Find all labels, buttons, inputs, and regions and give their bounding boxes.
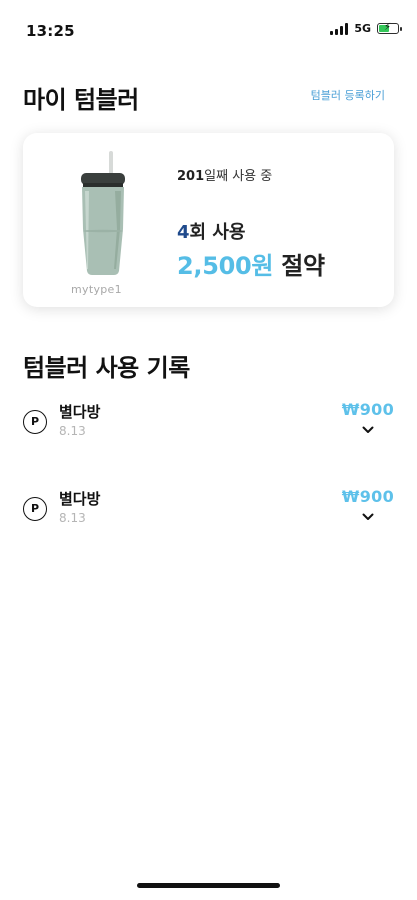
status-bar: 13:25 5G ⚡ xyxy=(0,0,417,60)
saving-suffix: 절약 xyxy=(273,252,325,280)
history-title: 텀블러 사용 기록 xyxy=(23,354,190,382)
screen: 13:25 5G ⚡ 마이 텀블러 텀블러 등록하기 mytype1 201일째… xyxy=(0,0,417,900)
payment-icon: P xyxy=(23,497,47,521)
history-row[interactable]: P 별다방 8.13 ₩900 xyxy=(23,485,394,545)
chevron-down-icon[interactable] xyxy=(362,426,374,434)
status-time: 13:25 xyxy=(26,22,75,40)
usage-suffix: 회 사용 xyxy=(189,222,246,243)
saving-amount: 2,500원 xyxy=(177,252,274,280)
usage-count-line: 4회 사용 xyxy=(177,218,245,244)
history-price: ₩900 xyxy=(341,400,394,419)
tumbler-icon xyxy=(81,151,125,275)
chevron-down-icon[interactable] xyxy=(362,513,374,521)
home-indicator[interactable] xyxy=(137,883,280,888)
days-suffix: 일째 사용 중 xyxy=(204,169,273,184)
history-place: 별다방 xyxy=(59,403,101,421)
tumbler-name: mytype1 xyxy=(71,283,122,296)
page-title: 마이 텀블러 xyxy=(23,86,139,114)
signal-icon xyxy=(330,22,349,35)
battery-icon: ⚡ xyxy=(377,22,402,34)
register-tumbler-link[interactable]: 텀블러 등록하기 xyxy=(311,87,385,103)
tumbler-card[interactable]: mytype1 201일째 사용 중 4회 사용 2,500원 절약 xyxy=(23,133,394,307)
usage-count: 4 xyxy=(177,222,190,243)
history-place: 별다방 xyxy=(59,490,101,508)
network-label: 5G xyxy=(354,22,371,35)
history-date: 8.13 xyxy=(59,511,86,525)
charging-icon: ⚡ xyxy=(384,22,392,33)
status-indicators: 5G ⚡ xyxy=(330,22,402,35)
payment-icon: P xyxy=(23,410,47,434)
usage-days: 201일째 사용 중 xyxy=(177,165,272,184)
history-row[interactable]: P 별다방 8.13 ₩900 xyxy=(23,398,394,458)
history-price: ₩900 xyxy=(341,487,394,506)
saving-line: 2,500원 절약 xyxy=(177,246,325,281)
days-count: 201 xyxy=(177,169,205,184)
history-date: 8.13 xyxy=(59,424,86,438)
